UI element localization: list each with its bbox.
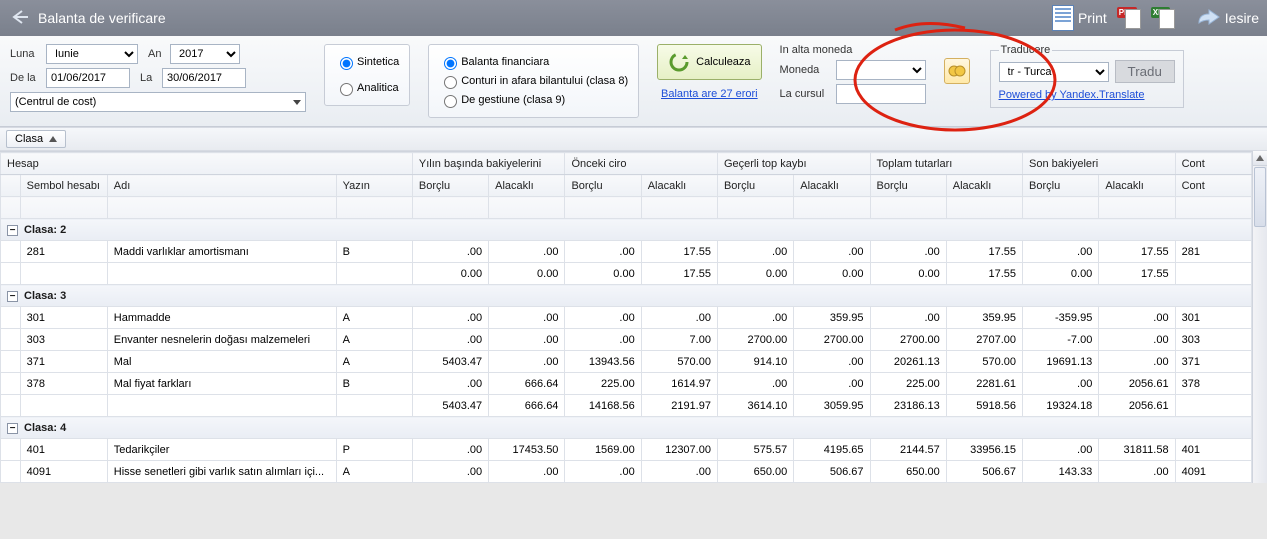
exit-arrow-icon: [1195, 8, 1221, 29]
col-borclu-2[interactable]: Borçlu: [565, 175, 641, 197]
col-alacakli-1[interactable]: Alacaklı: [489, 175, 565, 197]
tradu-button[interactable]: Tradu: [1115, 60, 1175, 83]
filter-panel: Luna Iunie An 2017 De la La (Centrul de …: [0, 36, 1267, 127]
currency-button[interactable]: [944, 58, 970, 84]
yandex-link[interactable]: Powered by Yandex.Translate: [999, 89, 1145, 101]
chevron-down-icon: [293, 100, 301, 105]
grid-container: Hesap Yılın başında bakiyelerini Önceki …: [0, 151, 1267, 483]
col-adi[interactable]: Adı: [107, 175, 336, 197]
table-row[interactable]: 301HammaddeA.00.00.00.00.00359.95.00359.…: [1, 307, 1252, 329]
balance-errors-link[interactable]: Balanta are 27 erori: [661, 88, 758, 100]
col-alacakli-4[interactable]: Alacaklı: [946, 175, 1022, 197]
band-hesap[interactable]: Hesap: [1, 153, 413, 175]
clasa9-radio[interactable]: [444, 95, 457, 108]
collapse-icon[interactable]: −: [7, 423, 18, 434]
subtotal-row: 0.000.000.0017.550.000.000.0017.550.0017…: [1, 263, 1252, 285]
group-row[interactable]: −Clasa: 3: [1, 285, 1252, 307]
group-row[interactable]: −Clasa: 2: [1, 219, 1252, 241]
filter-row[interactable]: [1, 197, 1252, 219]
sintetica-radio[interactable]: [340, 57, 353, 70]
lang-select[interactable]: tr - Turca: [999, 62, 1109, 82]
col-cont[interactable]: Cont: [1175, 175, 1251, 197]
traducere-title: Traducere: [999, 44, 1053, 56]
pdf-icon: PDF: [1117, 7, 1141, 29]
band-cont[interactable]: Cont: [1175, 153, 1251, 175]
refresh-icon: [668, 51, 690, 73]
table-row[interactable]: 371MalA5403.47.0013943.56570.00914.10.00…: [1, 351, 1252, 373]
dela-label: De la: [10, 72, 46, 84]
scroll-up-button[interactable]: [1253, 151, 1267, 166]
band-onceki[interactable]: Önceki ciro: [565, 153, 718, 175]
col-alacakli-3[interactable]: Alacaklı: [794, 175, 870, 197]
coin-icon: [948, 62, 966, 80]
sort-asc-icon: [49, 136, 57, 142]
dela-input[interactable]: [46, 68, 130, 88]
moneda-label: Moneda: [780, 64, 836, 76]
export-pdf-button[interactable]: PDF: [1117, 7, 1141, 29]
moneda-title: In alta moneda: [780, 44, 926, 56]
table-row[interactable]: 4091Hisse senetleri gibi varlık satın al…: [1, 461, 1252, 483]
balanta-financiara-radio[interactable]: [444, 57, 457, 70]
col-borclu-3[interactable]: Borçlu: [717, 175, 793, 197]
luna-label: Luna: [10, 48, 46, 60]
export-xls-button[interactable]: XLS: [1151, 7, 1175, 29]
xls-icon: XLS: [1151, 7, 1175, 29]
col-alacakli-2[interactable]: Alacaklı: [641, 175, 717, 197]
clasa8-radio[interactable]: [444, 76, 457, 89]
document-icon: [1052, 5, 1074, 31]
titlebar: Balanta de verificare Print PDF XLS Iesi…: [0, 0, 1267, 36]
traducere-group: Traducere tr - Turca Tradu Powered by Ya…: [990, 44, 1184, 108]
table-row[interactable]: 281Maddi varlıklar amortismanıB.00.00.00…: [1, 241, 1252, 263]
cost-center-select[interactable]: (Centrul de cost): [10, 92, 306, 112]
balance-table: Hesap Yılın başında bakiyelerini Önceki …: [0, 152, 1252, 483]
col-borclu-5[interactable]: Borçlu: [1023, 175, 1099, 197]
exit-button[interactable]: Iesire: [1195, 8, 1259, 29]
band-son[interactable]: Son bakiyeleri: [1023, 153, 1176, 175]
la-input[interactable]: [162, 68, 246, 88]
balance-type-group: Balanta financiara Conturi in afara bila…: [428, 44, 639, 118]
an-select[interactable]: 2017: [170, 44, 240, 64]
luna-select[interactable]: Iunie: [46, 44, 138, 64]
band-toplam[interactable]: Toplam tutarları: [870, 153, 1023, 175]
table-row[interactable]: 303Envanter nesnelerin doğası malzemeler…: [1, 329, 1252, 351]
vertical-scrollbar[interactable]: [1252, 151, 1267, 483]
detail-mode-group: Sintetica Analitica: [324, 44, 410, 106]
moneda-select[interactable]: [836, 60, 926, 80]
band-gecerli[interactable]: Geçerli top kaybı: [717, 153, 870, 175]
col-alacakli-5[interactable]: Alacaklı: [1099, 175, 1175, 197]
curs-input[interactable]: [836, 84, 926, 104]
la-label: La: [140, 72, 162, 84]
col-yazin[interactable]: Yazın: [336, 175, 412, 197]
collapse-icon[interactable]: −: [7, 225, 18, 236]
group-row[interactable]: −Clasa: 4: [1, 417, 1252, 439]
back-arrow-icon[interactable]: [8, 8, 30, 29]
analitica-radio[interactable]: [340, 83, 353, 96]
col-borclu-1[interactable]: Borçlu: [412, 175, 488, 197]
table-row[interactable]: 378Mal fiyat farklarıB.00666.64225.00161…: [1, 373, 1252, 395]
scroll-thumb[interactable]: [1254, 167, 1266, 227]
subtotal-row: 5403.47666.6414168.562191.973614.103059.…: [1, 395, 1252, 417]
page-title: Balanta de verificare: [38, 10, 166, 26]
band-yilin[interactable]: Yılın başında bakiyelerini: [412, 153, 565, 175]
group-by-bar: Clasa: [0, 127, 1267, 151]
col-sembol[interactable]: Sembol hesabı: [20, 175, 107, 197]
calculeaza-button[interactable]: Calculeaza: [657, 44, 761, 80]
col-borclu-4[interactable]: Borçlu: [870, 175, 946, 197]
print-button[interactable]: Print: [1052, 5, 1107, 31]
collapse-icon[interactable]: −: [7, 291, 18, 302]
curs-label: La cursul: [780, 88, 836, 100]
group-chip-clasa[interactable]: Clasa: [6, 130, 66, 148]
an-label: An: [148, 48, 170, 60]
table-row[interactable]: 401TedarikçilerP.0017453.501569.0012307.…: [1, 439, 1252, 461]
